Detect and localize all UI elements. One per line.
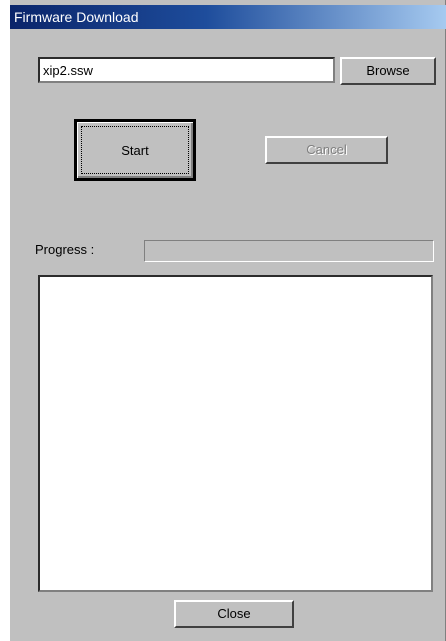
progress-bar xyxy=(144,240,434,262)
firmware-file-input[interactable] xyxy=(38,57,335,83)
cancel-button: Cancel xyxy=(265,136,388,164)
log-output[interactable] xyxy=(38,275,433,592)
window-title: Firmware Download xyxy=(10,5,446,29)
browse-button[interactable]: Browse xyxy=(340,57,436,85)
start-button[interactable]: Start xyxy=(74,119,196,181)
firmware-download-window: Firmware Download Browse Start Cancel Pr… xyxy=(10,0,446,641)
progress-label: Progress : xyxy=(35,242,95,257)
close-button[interactable]: Close xyxy=(174,600,294,628)
start-button-label: Start xyxy=(81,126,189,174)
